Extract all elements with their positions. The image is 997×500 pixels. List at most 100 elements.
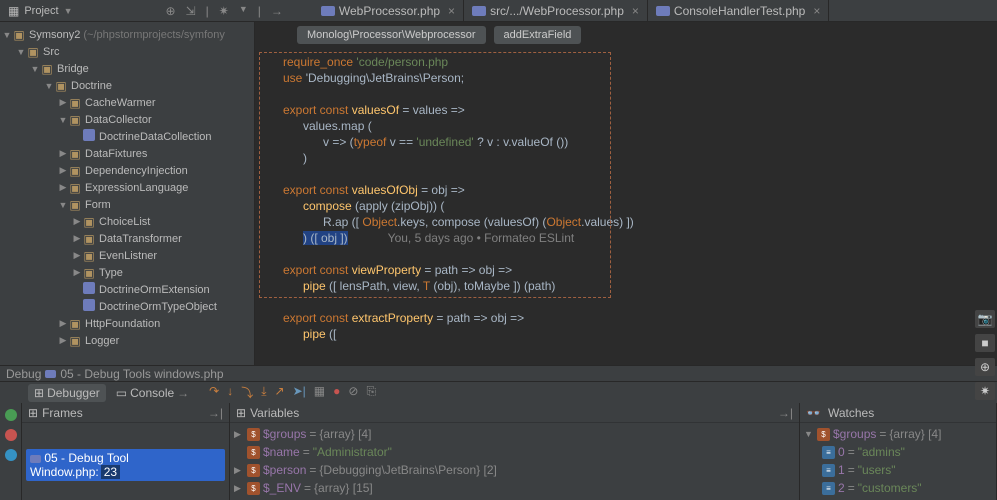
expand-icon[interactable]: ▼ bbox=[58, 200, 68, 210]
code-area[interactable]: require_once 'code/person.php use 'Debug… bbox=[255, 48, 997, 348]
expand-icon[interactable]: ▼ bbox=[2, 30, 12, 40]
tree-item[interactable]: ▼▣Doctrine bbox=[0, 77, 254, 94]
tree-item[interactable]: ▶▣DataFixtures bbox=[0, 145, 254, 162]
expand-icon[interactable]: ▶ bbox=[58, 148, 68, 159]
expand-icon[interactable]: ▼ bbox=[58, 115, 68, 125]
close-icon[interactable]: × bbox=[813, 4, 820, 18]
top-bar: ▦ Project ▼ ⊕ ⇲ | ✷ ▼ | → WebProcessor.p… bbox=[0, 0, 997, 22]
project-label: Project bbox=[24, 5, 58, 17]
expand-icon[interactable]: ▶ bbox=[58, 318, 68, 329]
watch-row[interactable]: ▼ $ $groups = {array} [4] bbox=[804, 425, 992, 443]
project-sidebar: ▼ ▣ Symsony2 (~/phpstormprojects/symfony… bbox=[0, 22, 255, 365]
tree-label: DependencyInjection bbox=[85, 165, 188, 177]
expand-icon[interactable]: ▶ bbox=[72, 250, 82, 261]
console-tab[interactable]: ▭ Console → bbox=[110, 384, 195, 402]
watch-child-row[interactable]: ≡1 = "users" bbox=[804, 461, 992, 479]
debugger-tab[interactable]: ⊞ Debugger bbox=[28, 384, 106, 402]
tree-item[interactable]: ▶▣ChoiceList bbox=[0, 213, 254, 230]
mute-icon[interactable]: ⊘ bbox=[348, 384, 358, 401]
resume-icon[interactable] bbox=[5, 409, 17, 421]
tree-item[interactable]: ▶▣EvenListner bbox=[0, 247, 254, 264]
tree-item[interactable]: ▼▣Src bbox=[0, 43, 254, 60]
record-icon[interactable]: ■ bbox=[975, 334, 995, 352]
tree-item[interactable]: ▼▣DataCollector bbox=[0, 111, 254, 128]
globe-icon[interactable]: ⊕ bbox=[975, 358, 995, 376]
expand-icon[interactable]: ▼ bbox=[30, 64, 40, 74]
expand-icon[interactable]: ▶ bbox=[234, 483, 244, 494]
watches-body[interactable]: ▼ $ $groups = {array} [4] ≡0 = "admins"≡… bbox=[800, 423, 996, 500]
divider-icon: | bbox=[206, 4, 209, 18]
step-over-icon[interactable]: ↷ bbox=[209, 384, 219, 401]
tree-label: DoctrineDataCollection bbox=[99, 131, 212, 143]
tree-item[interactable]: ▼▣Form bbox=[0, 196, 254, 213]
php-icon bbox=[82, 129, 96, 144]
run-to-cursor-icon[interactable]: ➤| bbox=[293, 384, 306, 401]
watch-child-row[interactable]: ≡0 = "admins" bbox=[804, 443, 992, 461]
breadcrumb-item[interactable]: addExtraField bbox=[494, 26, 582, 44]
tree-item[interactable]: DoctrineOrmTypeObject bbox=[0, 298, 254, 315]
camera-icon[interactable]: 📷 bbox=[975, 310, 995, 328]
tree-item[interactable]: DoctrineOrmExtension bbox=[0, 281, 254, 298]
frames-body[interactable]: 05 - Debug Tool Window.php:23 bbox=[22, 423, 229, 500]
frame-item-selected[interactable]: 05 - Debug Tool Window.php:23 bbox=[26, 449, 225, 481]
tree-item[interactable]: ▶▣Logger bbox=[0, 332, 254, 349]
code-editor[interactable]: Monolog\Processor\Webprocessor addExtraF… bbox=[255, 22, 997, 365]
var-icon: $ bbox=[247, 464, 260, 477]
breakpoint-icon[interactable]: ● bbox=[333, 384, 340, 401]
variable-row[interactable]: ▶$$groups = {array} [4] bbox=[234, 425, 795, 443]
evaluate-icon[interactable]: ▦ bbox=[314, 384, 325, 401]
watch-child-row[interactable]: ≡2 = "customers" bbox=[804, 479, 992, 497]
dropdown-icon[interactable]: →| bbox=[208, 406, 223, 420]
editor-tab[interactable]: ConsoleHandlerTest.php × bbox=[648, 0, 829, 21]
variables-body[interactable]: ▶$$groups = {array} [4]$$name = "Adminis… bbox=[230, 423, 799, 500]
tree-item[interactable]: ▶▣HttpFoundation bbox=[0, 315, 254, 332]
stop-icon[interactable] bbox=[5, 429, 17, 441]
pause-icon[interactable] bbox=[5, 449, 17, 461]
close-icon[interactable]: × bbox=[632, 4, 639, 18]
dropdown-icon[interactable]: →| bbox=[778, 406, 793, 420]
collapse-icon[interactable]: ⇲ bbox=[186, 4, 196, 18]
breadcrumb-item[interactable]: Monolog\Processor\Webprocessor bbox=[297, 26, 486, 44]
expand-icon[interactable]: ▶ bbox=[72, 267, 82, 278]
tree-item[interactable]: ▶▣CacheWarmer bbox=[0, 94, 254, 111]
step-into2-icon[interactable]: ⤵ bbox=[241, 384, 253, 401]
gear-icon[interactable]: ✷ bbox=[219, 4, 229, 18]
php-icon bbox=[82, 299, 96, 314]
expand-icon[interactable]: ▼ bbox=[44, 81, 54, 91]
tree-label: CacheWarmer bbox=[85, 97, 156, 109]
hide-icon[interactable]: → bbox=[271, 4, 283, 18]
expand-icon[interactable]: ▶ bbox=[58, 335, 68, 346]
tree-item[interactable]: ▶▣DataTransformer bbox=[0, 230, 254, 247]
editor-tab[interactable]: src/.../WebProcessor.php × bbox=[464, 0, 648, 21]
expand-icon[interactable]: ▶ bbox=[58, 97, 68, 108]
tree-item[interactable]: ▶▣DependencyInjection bbox=[0, 162, 254, 179]
expand-icon[interactable]: ▶ bbox=[234, 465, 244, 476]
settings-icon[interactable]: ⎘ bbox=[366, 384, 376, 401]
expand-icon[interactable]: ▼ bbox=[804, 429, 814, 439]
close-icon[interactable]: × bbox=[448, 4, 455, 18]
expand-icon[interactable]: ▶ bbox=[58, 182, 68, 193]
chevron-down-icon[interactable]: ▼ bbox=[239, 4, 248, 18]
gear-icon[interactable]: ✷ bbox=[975, 382, 995, 400]
step-into-icon[interactable]: ↓ bbox=[227, 384, 233, 401]
expand-icon[interactable]: ▶ bbox=[234, 429, 244, 440]
tree-item[interactable]: ▶▣ExpressionLanguage bbox=[0, 179, 254, 196]
target-icon[interactable]: ⊕ bbox=[166, 4, 176, 18]
variable-row[interactable]: ▶$$_ENV = {array} [15] bbox=[234, 479, 795, 497]
force-step-icon[interactable]: ⤓ bbox=[261, 384, 266, 401]
variable-row[interactable]: $$name = "Administrator" bbox=[234, 443, 795, 461]
expand-icon[interactable]: ▼ bbox=[16, 47, 26, 57]
folder-icon: ▣ bbox=[54, 79, 68, 93]
tree-label: Src bbox=[43, 46, 60, 58]
expand-icon[interactable]: ▶ bbox=[72, 233, 82, 244]
tree-item[interactable]: ▶▣Type bbox=[0, 264, 254, 281]
tree-item[interactable]: ▼▣Bridge bbox=[0, 60, 254, 77]
tree-item[interactable]: DoctrineDataCollection bbox=[0, 128, 254, 145]
variable-row[interactable]: ▶$$person = {Debugging\JetBrains\Person}… bbox=[234, 461, 795, 479]
expand-icon[interactable]: ▶ bbox=[58, 165, 68, 176]
step-out-icon[interactable]: ↗ bbox=[275, 384, 285, 401]
tree-root[interactable]: ▼ ▣ Symsony2 (~/phpstormprojects/symfony bbox=[0, 26, 254, 43]
expand-icon[interactable]: ▶ bbox=[72, 216, 82, 227]
project-tool-tab[interactable]: ▦ Project ▼ bbox=[0, 0, 81, 21]
editor-tab[interactable]: WebProcessor.php × bbox=[313, 0, 464, 21]
